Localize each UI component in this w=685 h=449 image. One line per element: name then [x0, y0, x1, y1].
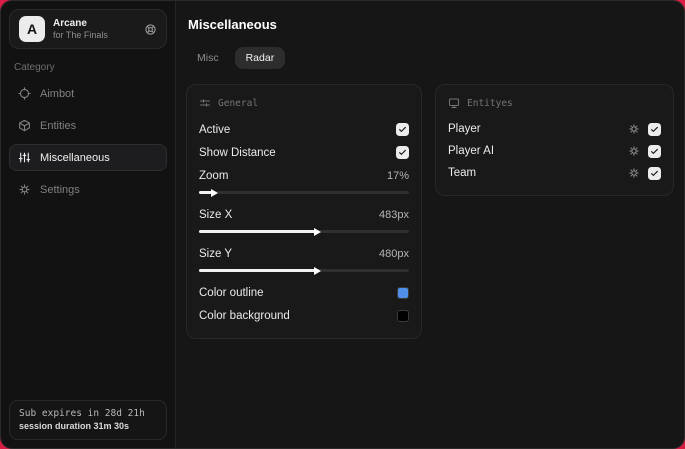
zoom-slider[interactable] — [199, 187, 409, 198]
slider-label: Size Y — [199, 247, 233, 260]
page-title: Miscellaneous — [188, 17, 277, 32]
slider-label: Size X — [199, 208, 233, 221]
slider-fill — [199, 227, 321, 236]
size-y-slider[interactable] — [199, 265, 409, 276]
entities-panel: Entityes Player Player AI Team — [435, 84, 674, 196]
sidebar-item-label: Entities — [40, 119, 77, 132]
slider-row-zoom: Zoom 17% — [199, 164, 409, 187]
session-duration-text: session duration 31m 30s — [19, 421, 130, 431]
color-label: Color outline — [199, 286, 264, 299]
sidebar-item-label: Settings — [40, 183, 80, 196]
slider-value: 480px — [379, 247, 409, 260]
slider-fill — [199, 266, 321, 275]
gear-icon[interactable] — [628, 123, 640, 135]
entity-row-player-ai: Player AI — [448, 140, 661, 162]
gear-icon[interactable] — [628, 167, 640, 179]
monitor-icon — [448, 97, 460, 109]
team-checkbox[interactable] — [648, 166, 661, 180]
slider-value: 483px — [379, 208, 409, 221]
sidebar-item-settings[interactable]: Settings — [9, 176, 167, 203]
slider-fill — [199, 188, 218, 197]
support-icon[interactable] — [144, 23, 157, 36]
toggle-row-show-distance: Show Distance — [199, 141, 409, 164]
category-label: Category — [14, 62, 55, 73]
sidebar: A Arcane for The Finals Category Aimbot … — [1, 1, 176, 448]
slider-row-size-y: Size Y 480px — [199, 242, 409, 265]
tab-misc[interactable]: Misc — [186, 47, 230, 69]
check-icon — [651, 148, 658, 154]
sidebar-item-aimbot[interactable]: Aimbot — [9, 80, 167, 107]
app-window: A Arcane for The Finals Category Aimbot … — [0, 0, 685, 449]
color-background-swatch[interactable] — [397, 309, 409, 322]
sidebar-item-label: Aimbot — [40, 87, 75, 100]
main-content: Miscellaneous Misc Radar General Active — [176, 1, 684, 448]
sliders-icon — [18, 151, 31, 164]
slider-thumb[interactable] — [313, 266, 321, 275]
check-icon — [399, 126, 406, 132]
crosshair-icon — [18, 87, 31, 100]
sidebar-item-entities[interactable]: Entities — [9, 112, 167, 139]
slider-thumb[interactable] — [210, 188, 218, 197]
check-icon — [651, 170, 658, 176]
slider-thumb[interactable] — [313, 227, 321, 236]
entity-label: Player AI — [448, 145, 495, 157]
entity-label: Team — [448, 167, 477, 179]
color-row-background: Color background — [199, 304, 409, 327]
app-subtitle: for The Finals — [53, 29, 108, 40]
color-label: Color background — [199, 309, 290, 322]
cube-icon — [18, 119, 31, 132]
panel-title: General — [218, 97, 259, 109]
sidebar-item-miscellaneous[interactable]: Miscellaneous — [9, 144, 167, 171]
panel-title: Entityes — [467, 97, 513, 109]
color-row-outline: Color outline — [199, 281, 409, 304]
sub-expiry-text: Sub expires in 28d 21h — [19, 408, 145, 419]
gear-icon[interactable] — [628, 145, 640, 157]
check-icon — [399, 149, 406, 155]
tab-radar[interactable]: Radar — [234, 47, 286, 69]
sliders-horizontal-icon — [199, 97, 211, 109]
slider-track — [199, 191, 409, 194]
active-checkbox[interactable] — [396, 123, 409, 136]
size-x-slider[interactable] — [199, 226, 409, 237]
app-name: Arcane — [53, 17, 87, 29]
sidebar-item-label: Miscellaneous — [40, 151, 110, 164]
app-header-card[interactable]: A Arcane for The Finals — [9, 9, 167, 49]
entity-row-team: Team — [448, 162, 661, 184]
entity-label: Player — [448, 123, 481, 135]
toggle-label: Active — [199, 123, 231, 136]
slider-label: Zoom — [199, 169, 229, 182]
player-checkbox[interactable] — [648, 122, 661, 136]
toggle-label: Show Distance — [199, 146, 276, 159]
check-icon — [651, 126, 658, 132]
entity-row-player: Player — [448, 118, 661, 140]
general-panel: General Active Show Distance Zoom 17% Si… — [186, 84, 422, 339]
toggle-row-active: Active — [199, 118, 409, 141]
gear-icon — [18, 183, 31, 196]
slider-row-size-x: Size X 483px — [199, 203, 409, 226]
tab-bar: Misc Radar — [186, 47, 674, 69]
player-ai-checkbox[interactable] — [648, 144, 661, 158]
subscription-info-card: Sub expires in 28d 21h session duration … — [9, 400, 167, 440]
color-outline-swatch[interactable] — [397, 286, 409, 299]
slider-value: 17% — [386, 169, 409, 182]
app-logo: A — [19, 16, 45, 42]
show-distance-checkbox[interactable] — [396, 146, 409, 159]
